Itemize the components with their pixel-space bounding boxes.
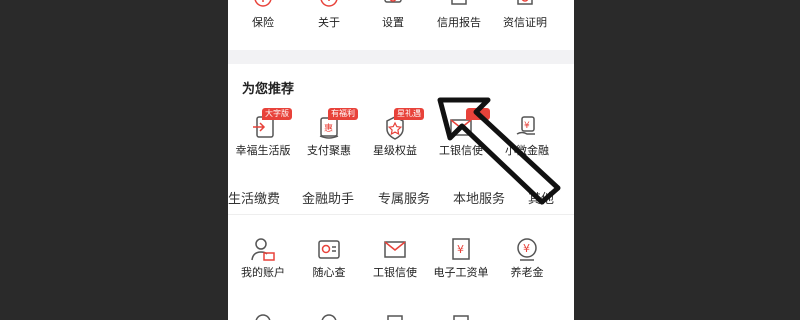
credit-report-item[interactable]: 信用报告 — [424, 0, 494, 30]
recommend-item-payment[interactable]: 有福利 惠 支付聚惠 — [294, 108, 364, 158]
service-label: 养老金 — [510, 266, 544, 279]
tab-other[interactable]: 其他 — [528, 188, 554, 207]
service-messenger[interactable]: 工银信使 — [360, 236, 430, 280]
top-service-row: 保险 关于 设置 信用报告 资信证明 — [228, 0, 574, 52]
tab-local-service[interactable]: 本地服务 — [453, 188, 505, 207]
partial-icon — [453, 315, 469, 320]
certificate-icon — [517, 0, 533, 5]
recommend-label: 星级权益 — [373, 144, 417, 157]
tag-badge: 大字版 — [262, 108, 292, 120]
user-card-icon — [251, 238, 275, 261]
tab-life-payment[interactable]: 生活缴费 — [228, 188, 280, 207]
svg-text:惠: 惠 — [324, 122, 333, 134]
settings-item[interactable]: 设置 — [358, 0, 428, 30]
service-query[interactable]: 随心查 — [294, 236, 364, 280]
app-screen: 保险 关于 设置 信用报告 资信证明 为您推荐 大字版 幸福生活版 有福利 惠 … — [228, 0, 574, 320]
svg-text:¥: ¥ — [523, 242, 530, 255]
recommend-item-messenger[interactable]: 工银信使 — [426, 108, 496, 158]
recommend-item-happy-life[interactable]: 大字版 幸福生活版 — [228, 108, 298, 158]
credit-certificate-label: 资信证明 — [503, 16, 547, 29]
recommend-label: 幸福生活版 — [235, 144, 291, 157]
chart-card-icon — [318, 240, 340, 259]
section-divider — [228, 50, 574, 64]
yen-globe-icon: ¥ — [517, 238, 537, 261]
shield-plus-icon — [254, 0, 272, 7]
yen-document-icon: ¥ — [452, 238, 470, 260]
svg-text:¥: ¥ — [457, 243, 464, 256]
about-item[interactable]: 关于 — [294, 0, 364, 30]
envelope-icon — [384, 241, 406, 258]
about-label: 关于 — [318, 16, 340, 29]
recommend-title: 为您推荐 — [242, 82, 295, 97]
recommend-label: 支付聚惠 — [307, 144, 351, 157]
service-payslip[interactable]: ¥ 电子工资单 — [426, 236, 496, 280]
settings-label: 设置 — [382, 16, 404, 29]
insurance-label: 保险 — [252, 16, 274, 29]
tag-badge: 有福利 — [328, 108, 358, 120]
hand-money-icon: ¥ — [516, 116, 535, 135]
service-label: 随心查 — [312, 266, 346, 279]
tab-finance-assistant[interactable]: 金融助手 — [302, 188, 354, 207]
service-label: 我的账户 — [241, 266, 285, 279]
service-label: 电子工资单 — [433, 266, 489, 279]
gear-icon — [384, 0, 402, 3]
service-label: 工银信使 — [373, 266, 417, 279]
credit-certificate-item[interactable]: 资信证明 — [490, 0, 560, 30]
report-icon — [451, 0, 467, 5]
tab-exclusive-service[interactable]: 专属服务 — [378, 188, 430, 207]
service-my-account[interactable]: 我的账户 — [228, 236, 298, 280]
insurance-item[interactable]: 保险 — [228, 0, 298, 30]
tag-badge: 星礼遇 — [394, 108, 424, 120]
credit-report-label: 信用报告 — [437, 16, 481, 29]
recommend-label: 工银信使 — [439, 144, 483, 157]
svg-text:¥: ¥ — [524, 121, 530, 131]
service-pension[interactable]: ¥ 养老金 — [492, 236, 562, 280]
tag-badge — [466, 108, 490, 120]
recommend-item-star[interactable]: 星礼遇 星级权益 — [360, 108, 430, 158]
info-circle-icon — [320, 0, 338, 7]
partial-icon — [321, 314, 337, 320]
category-tabs: 生活缴费 金融助手 专属服务 本地服务 其他 — [228, 180, 574, 215]
recommend-label: 小微金融 — [505, 144, 549, 157]
partial-icon — [387, 315, 403, 320]
partial-icon — [255, 314, 271, 320]
recommend-item-micro-finance[interactable]: ¥ 小微金融 — [492, 114, 562, 158]
